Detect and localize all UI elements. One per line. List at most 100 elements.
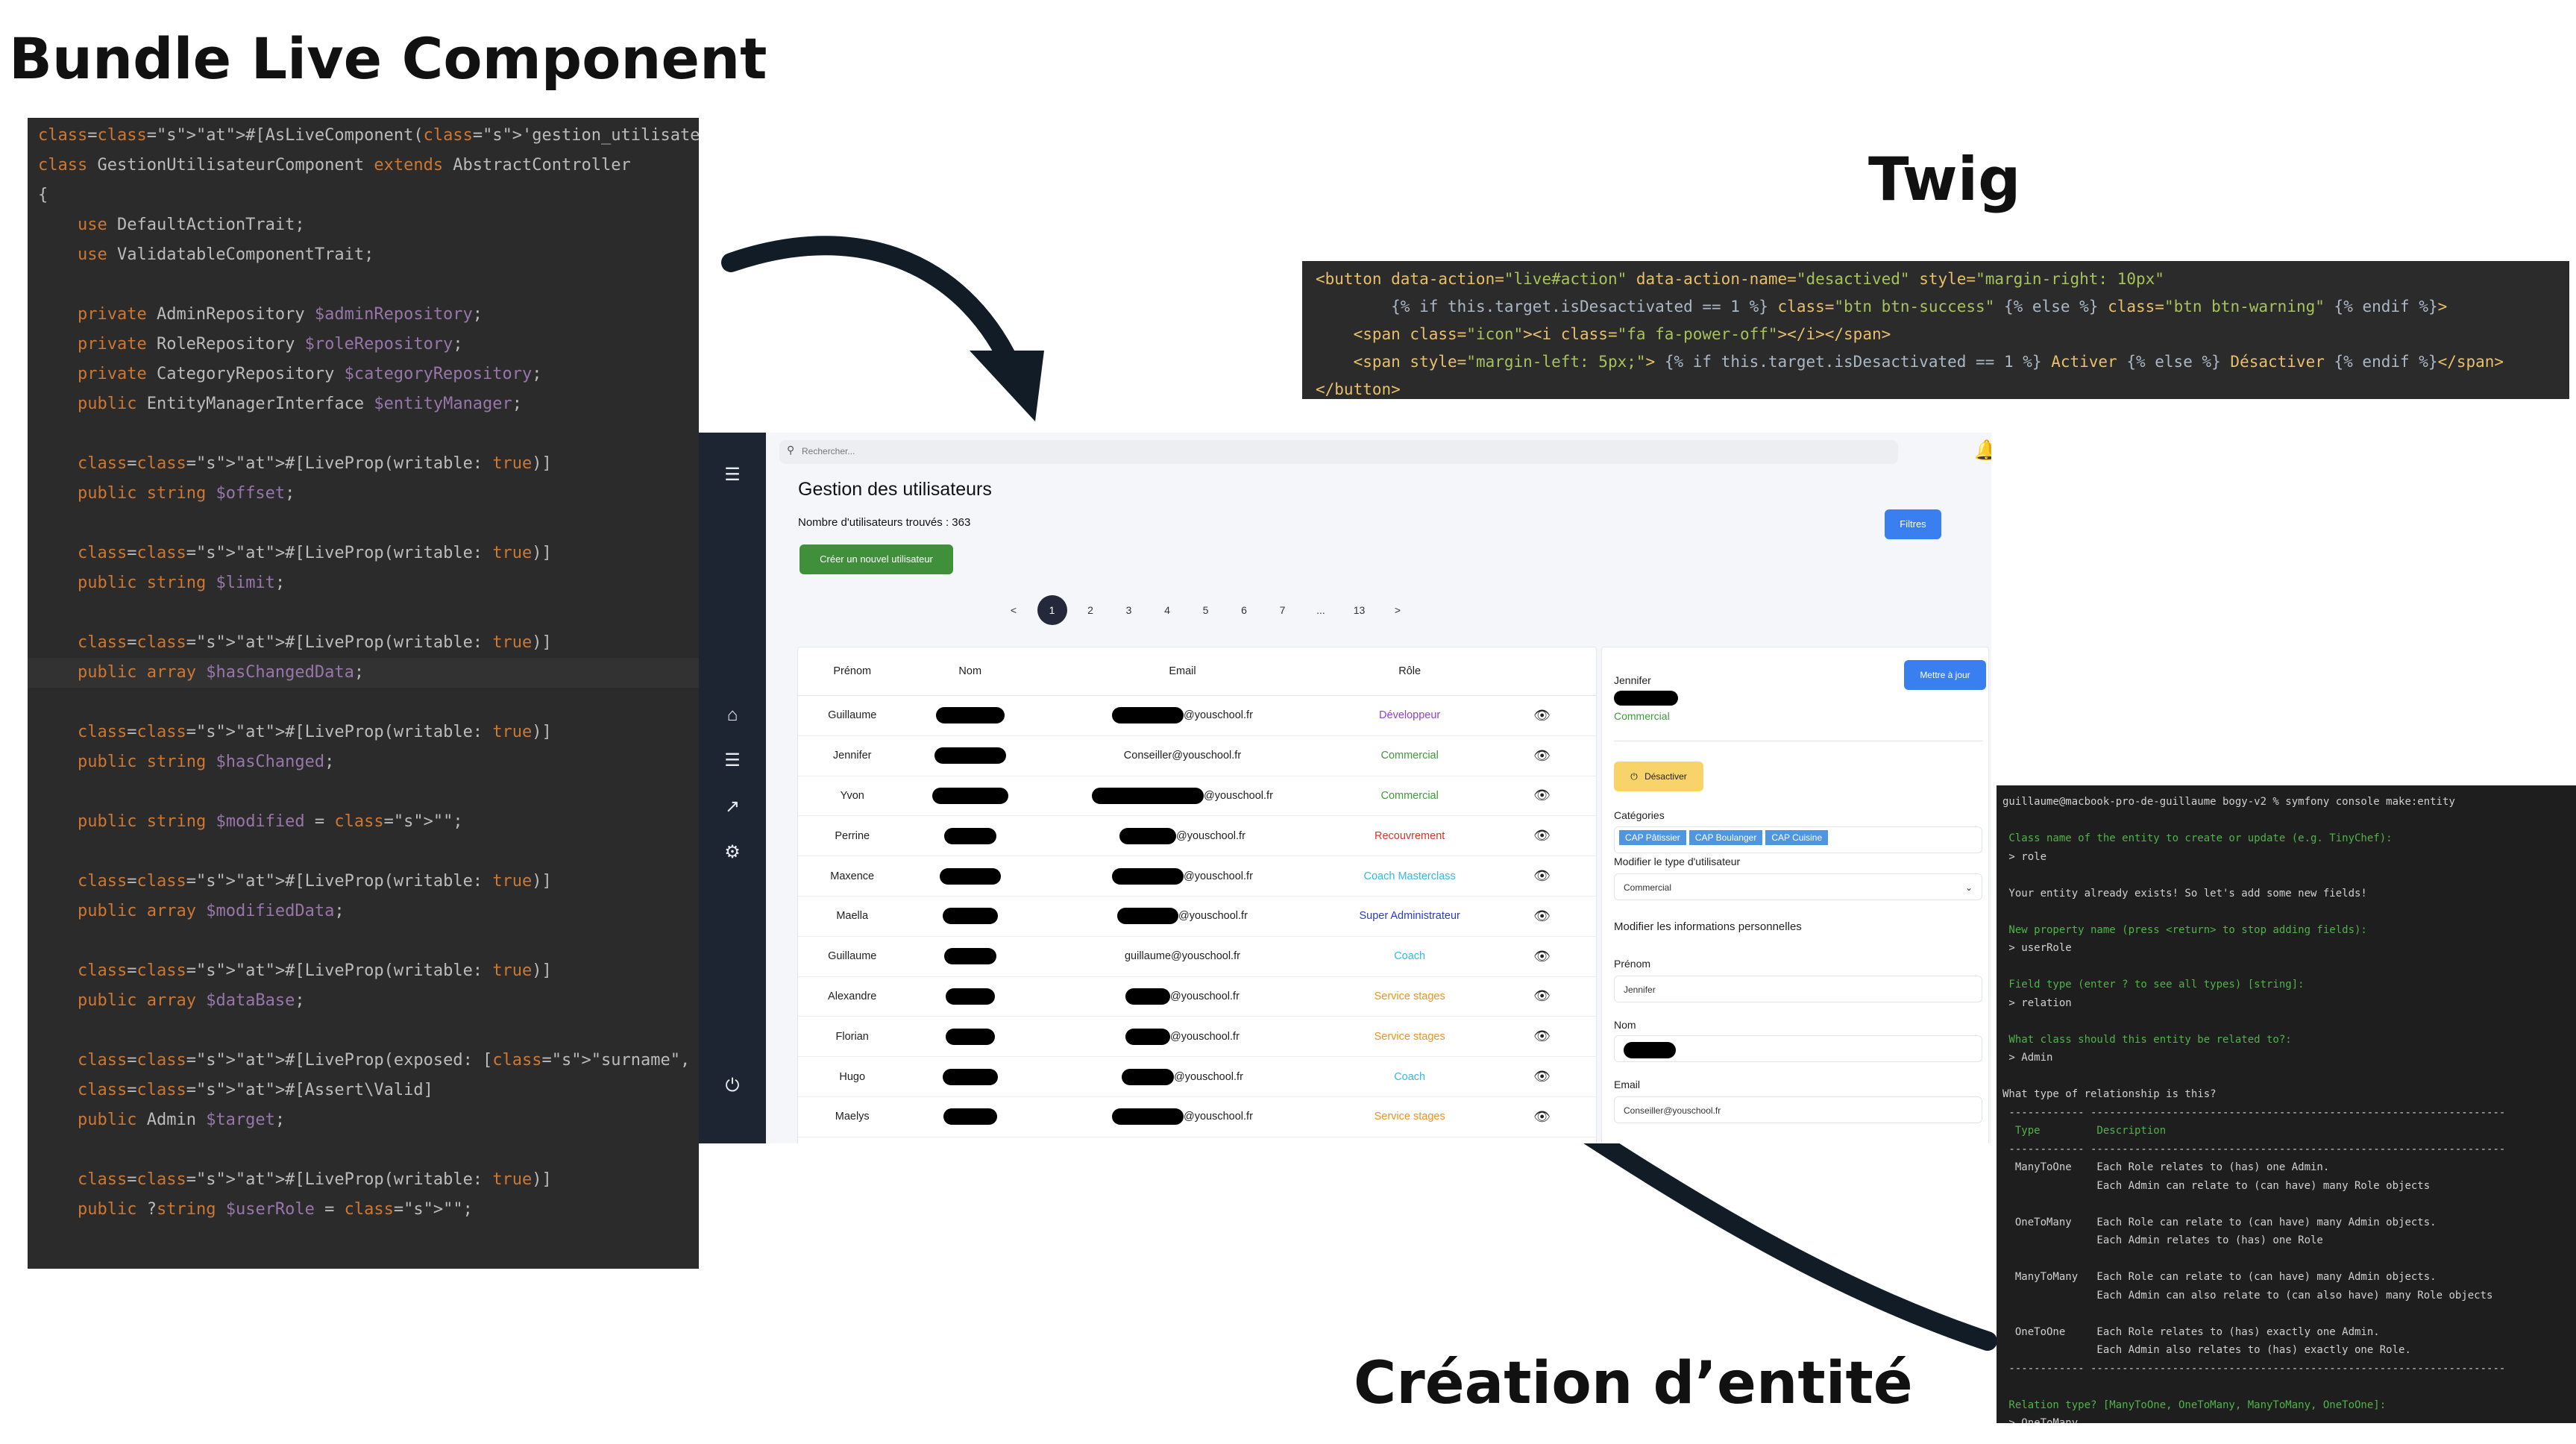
table-row[interactable]: Maelys @youschool.fr Service stages 👁 [798,1096,1596,1137]
table-row[interactable]: Guillaume @youschool.fr Développeur 👁 [798,695,1596,736]
categories-label: Catégories [1614,809,1665,821]
eye-icon[interactable]: 👁 [1533,828,1551,843]
page-item[interactable]: 2 [1075,595,1105,625]
eye-icon[interactable]: 👁 [1533,1109,1551,1124]
update-button[interactable]: Mettre à jour [1904,660,1986,690]
table-row[interactable]: Guillaume guillaume@youschool.fr Coach 👁 [798,936,1596,977]
cell-actions: 👁 [1488,695,1596,736]
redacted-email [1125,1028,1171,1045]
redacted-name [945,988,995,1005]
redacted-name [935,707,1005,724]
column-header-role[interactable]: Rôle [1331,647,1489,696]
create-user-button[interactable]: Créer un nouvel utilisateur [799,544,953,574]
list-icon[interactable]: ☰ [699,750,766,771]
eye-icon[interactable]: 👁 [1533,949,1551,964]
cell-nom [906,735,1034,776]
redacted-name [943,827,996,844]
email-text: guillaume@youschool.fr [1124,950,1240,963]
cell-actions: 👁 [1488,1137,1596,1143]
home-icon[interactable]: ⌂ [699,705,766,726]
page-item[interactable]: ... [1306,595,1336,625]
eye-icon[interactable]: 👁 [1533,868,1551,883]
table-row[interactable]: Perrine @youschool.fr Recouvrement 👁 [798,815,1596,857]
page-item[interactable]: 5 [1191,595,1221,625]
redacted-name [942,908,998,925]
table-row[interactable]: Maxence @youschool.fr Coach Masterclass 👁 [798,856,1596,897]
redacted-email [1112,867,1184,885]
eye-icon[interactable]: 👁 [1533,1069,1551,1084]
page-item[interactable]: > [1383,595,1413,625]
email-text: @youschool.fr [1204,789,1273,802]
page-item[interactable]: 3 [1114,595,1144,625]
eye-icon[interactable]: 👁 [1533,1029,1551,1043]
page-item[interactable]: 1 [1037,595,1067,625]
deactivate-button[interactable]: ⏻ Désactiver [1614,762,1703,791]
cell-email: guillaume@youschool.fr [1034,936,1331,977]
terminal-line: guillaume@macbook-pro-de-guillaume bogy-… [2002,796,2455,808]
power-icon[interactable]: ⏻ [699,1076,766,1096]
table-row[interactable]: Florian @youschool.fr Service stages 👁 [798,1016,1596,1058]
detail-first-name: Jennifer [1614,674,1651,686]
table-row[interactable]: Alexandre @youschool.fr Service stages 👁 [798,976,1596,1017]
cell-email: @youschool.fr [1034,695,1331,736]
email-text: @youschool.fr [1178,910,1248,923]
hamburger-icon[interactable]: ☰ [699,464,766,486]
email-text: @youschool.fr [1170,1030,1240,1043]
table-row[interactable]: Hugo @youschool.fr Coach 👁 [798,1056,1596,1097]
bell-icon[interactable]: 🔔 [1974,439,1991,462]
page-item[interactable]: 4 [1152,595,1182,625]
redacted-email [1112,707,1184,724]
cell-role: Développeur [1331,695,1489,736]
eye-icon[interactable]: 👁 [1533,988,1551,1003]
table-row[interactable]: Jennifer Conseiller@youschool.fr Commercia… [798,735,1596,776]
filters-button[interactable]: Filtres [1885,509,1941,539]
terminal-line: Your entity already exists! So let's add… [2002,887,2367,900]
terminal-line: ------------ ---------------------------… [2002,1362,2506,1375]
column-header-nom[interactable]: Nom [906,647,1034,696]
column-header-email[interactable]: Email [1034,647,1331,696]
search-bar[interactable]: ⚲ Rechercher... [779,440,1898,464]
page-title: Gestion des utilisateurs [798,479,992,500]
eye-icon[interactable]: 👁 [1533,788,1551,803]
cell-role: Recouvrement [1331,815,1489,857]
chart-icon[interactable]: ↗ [699,796,766,817]
category-tag[interactable]: CAP Boulanger [1688,830,1763,845]
cell-prenom: Florian [798,1016,907,1058]
cogs-icon[interactable]: ⚙ [699,841,766,863]
page-item[interactable]: 6 [1229,595,1259,625]
eye-icon[interactable]: 👁 [1533,748,1551,763]
terminal-line: What type of relationship is this? [2002,1088,2217,1100]
email-text: Conseiller@youschool.fr [1123,750,1242,762]
email-field[interactable]: Conseiller@youschool.fr [1614,1096,1982,1123]
cell-email: @youschool.fr [1034,896,1331,937]
eye-icon[interactable]: 👁 [1533,908,1551,923]
eye-icon[interactable]: 👁 [1533,708,1551,723]
page-item[interactable]: 7 [1268,595,1298,625]
cell-role: Coach Masterclass [1331,1137,1489,1143]
category-tag[interactable]: CAP Pâtissier [1619,830,1686,845]
categories-field[interactable]: CAP Pâtissier CAP Boulanger CAP Cuisine [1614,826,1982,853]
table-row[interactable]: Yvon @youschool.fr Commercial 👁 [798,776,1596,817]
cell-actions: 👁 [1488,856,1596,897]
cell-actions: 👁 [1488,1016,1596,1058]
table-row[interactable]: Clémence @youschool.frCoach Masterclass👁 [798,1137,1596,1143]
page-item[interactable]: < [999,595,1028,625]
nom-field[interactable] [1614,1035,1982,1062]
user-type-select[interactable]: Commercial ⌄ [1614,873,1982,900]
cell-role: Commercial [1331,735,1489,776]
search-input[interactable]: Rechercher... [802,446,855,456]
terminal-line: ------------ ---------------------------… [2002,1143,2506,1155]
cell-actions: 👁 [1488,936,1596,977]
cell-prenom: Perrine [798,815,907,857]
redacted-name [1614,691,1678,706]
page-item[interactable]: 13 [1345,595,1375,625]
prenom-field[interactable]: Jennifer [1614,976,1982,1002]
category-tag[interactable]: CAP Cuisine [1765,830,1829,845]
column-header-prenom[interactable]: Prénom [798,647,907,696]
redacted-name [1624,1042,1676,1058]
users-table-body: Guillaume @youschool.fr Développeur 👁 Jennif… [798,695,1596,1143]
table-row[interactable]: Maella @youschool.fr Super Administrateur 👁 [798,896,1596,937]
